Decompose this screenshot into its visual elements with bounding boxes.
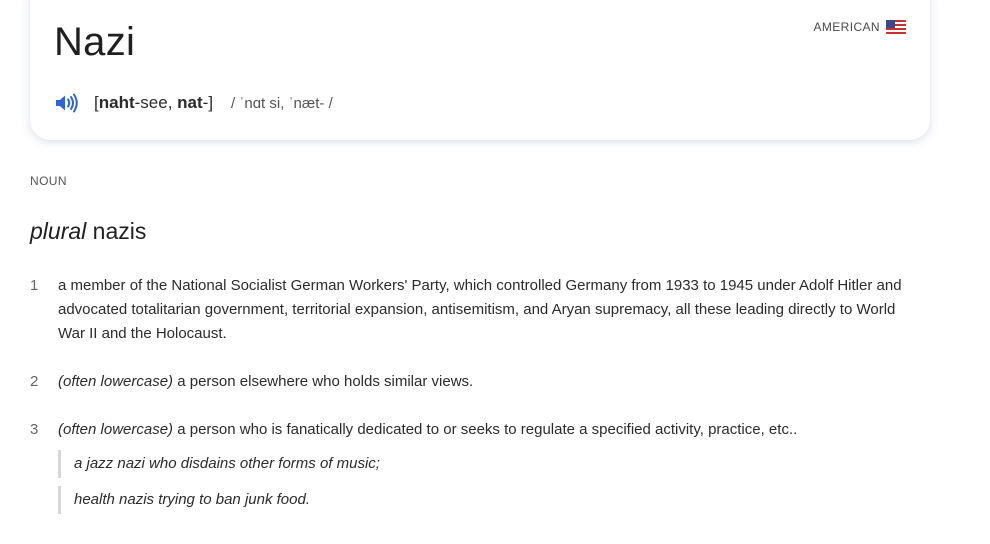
region-toggle[interactable]: AMERICAN xyxy=(813,20,906,34)
usage-label: (often lowercase) xyxy=(58,421,174,438)
definition-2: 2 (often lowercase) a person elsewhere w… xyxy=(30,370,920,394)
headword: Nazi xyxy=(54,20,136,64)
spelled-pronunciation: [naht-see, nat-] xyxy=(94,93,214,112)
definition-3: 3 (often lowercase) a person who is fana… xyxy=(30,418,920,442)
plural-word: nazis xyxy=(92,218,147,244)
definition-number: 1 xyxy=(30,277,39,294)
region-label: AMERICAN xyxy=(813,20,880,34)
example-sentence: a jazz nazi who disdains other forms of … xyxy=(58,450,380,478)
ipa-pronunciation: / ˈnɑt si, ˈnæt- / xyxy=(231,94,333,112)
usage-label: (often lowercase) xyxy=(58,373,174,390)
definition-text: (often lowercase) a person elsewhere who… xyxy=(58,373,474,390)
plural-form: plural nazis xyxy=(30,218,146,245)
definition-number: 2 xyxy=(30,373,39,390)
example-sentence: health nazis trying to ban junk food. xyxy=(58,486,310,514)
speaker-icon[interactable] xyxy=(54,93,80,113)
definition-text: (often lowercase) a person who is fanati… xyxy=(58,421,798,438)
entry-header-card: Nazi AMERICAN [naht-see, nat-] / ˈnɑt si… xyxy=(30,0,930,140)
definition-1: 1 a member of the National Socialist Ger… xyxy=(30,274,920,346)
part-of-speech: NOUN xyxy=(30,174,67,188)
definition-text: a member of the National Socialist Germa… xyxy=(58,277,902,342)
us-flag-icon xyxy=(886,20,906,34)
pronunciation-row: [naht-see, nat-] / ˈnɑt si, ˈnæt- / xyxy=(54,90,333,116)
plural-label: plural xyxy=(30,218,87,244)
definition-number: 3 xyxy=(30,421,39,438)
